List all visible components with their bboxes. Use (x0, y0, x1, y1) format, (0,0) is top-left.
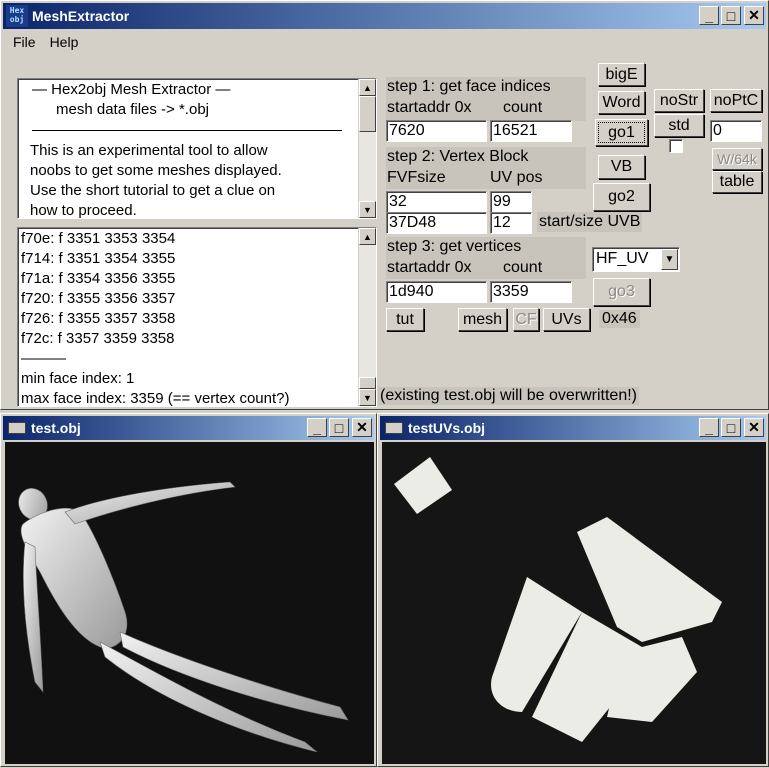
log-line: min face index: 1 (21, 370, 135, 387)
close-button[interactable]: ✕ (744, 6, 764, 25)
info-scrollbar[interactable]: ▲ ▼ (358, 79, 376, 218)
log-line: f726: f 3355 3357 3358 (21, 310, 176, 327)
uv-window-title: testUVs.obj (408, 420, 486, 436)
maximize-button[interactable]: □ (329, 418, 349, 437)
scroll-down-icon[interactable]: ▼ (359, 201, 376, 218)
menu-bar: File Help (5, 31, 86, 53)
log-line: f720: f 3355 3356 3357 (21, 290, 176, 307)
info-line: This is an experimental tool to allow (30, 142, 268, 159)
log-line: f71a: f 3354 3356 3355 (21, 270, 176, 287)
word-button[interactable]: Word (598, 91, 645, 114)
minimize-button[interactable]: _ (307, 418, 327, 437)
log-line: f714: f 3351 3354 3355 (21, 250, 176, 267)
mesh-viewport[interactable] (5, 442, 374, 764)
step1-title: step 1: get face indices (387, 78, 551, 96)
main-window: Hex obj MeshExtractor _ □ ✕ File Help — … (0, 0, 769, 410)
uvpos-input[interactable]: 99 (490, 191, 532, 213)
obj-titlebar[interactable]: test.obj _ □ ✕ (3, 416, 374, 440)
menu-help[interactable]: Help (50, 34, 79, 50)
info-textbox[interactable]: — Hex2obj Mesh Extractor — mesh data fil… (17, 78, 377, 219)
step1-startaddr-input[interactable]: 7620 (386, 120, 487, 142)
tut-button[interactable]: tut (386, 308, 424, 331)
hex-readout: 0x46 (599, 310, 640, 328)
go2-button[interactable]: go2 (593, 183, 650, 211)
uvb-start-input[interactable]: 37D48 (386, 212, 487, 234)
uv-viewport[interactable] (382, 442, 766, 764)
bigE-button[interactable]: bigE (598, 63, 645, 86)
info-line: noobs to get some meshes displayed. (30, 162, 282, 179)
close-button[interactable]: ✕ (352, 418, 372, 437)
obj-window-title: test.obj (31, 420, 81, 436)
std-checkbox[interactable] (669, 139, 683, 153)
step2-title: step 2: Vertex Block (387, 148, 529, 166)
uv-map-render (394, 457, 722, 742)
step3-startaddr-label: startaddr 0x (387, 259, 472, 277)
body-mesh-render (18, 481, 349, 753)
uv-titlebar[interactable]: testUVs.obj _ □ ✕ (380, 416, 766, 440)
info-line: Use the short tutorial to get a clue on (30, 182, 276, 199)
go1-button[interactable]: go1 (595, 119, 648, 146)
mesh-button[interactable]: mesh (458, 308, 507, 331)
scroll-up-icon[interactable]: ▲ (359, 228, 376, 245)
step3-count-input[interactable]: 3359 (490, 281, 572, 303)
scroll-thumb[interactable] (359, 377, 376, 389)
window-icon (385, 422, 403, 434)
log-line: max face index: 3359 (== vertex count?) (21, 390, 290, 407)
step1-count-input[interactable]: 16521 (490, 120, 572, 142)
maximize-button[interactable]: □ (721, 418, 741, 437)
std-button[interactable]: std (654, 114, 704, 137)
format-select-value: HF_UV (596, 250, 649, 267)
maximize-button[interactable]: □ (721, 6, 741, 25)
scroll-thumb[interactable] (359, 96, 376, 132)
cf-button[interactable]: CF (513, 308, 539, 331)
table-button[interactable]: table (712, 171, 762, 193)
scroll-up-icon[interactable]: ▲ (359, 79, 376, 96)
step3-startaddr-input[interactable]: 1d940 (386, 281, 487, 303)
close-button[interactable]: ✕ (744, 418, 764, 437)
log-textbox[interactable]: f70e: f 3351 3353 3354 f714: f 3351 3354… (17, 227, 377, 407)
fvfsize-input[interactable]: 32 (386, 191, 487, 213)
info-title: — Hex2obj Mesh Extractor — (32, 81, 231, 98)
step2-fvf-label: FVFsize (387, 169, 446, 187)
step1-startaddr-label: startaddr 0x (387, 99, 472, 117)
minimize-button[interactable]: _ (699, 6, 719, 25)
app-icon: Hex obj (6, 5, 28, 27)
info-divider (32, 130, 342, 131)
step2-uvpos-label: UV pos (490, 169, 543, 187)
info-line: how to proceed. (30, 202, 137, 219)
uvb-label: start/size UVB (537, 212, 643, 232)
w64k-button[interactable]: W/64k (712, 148, 762, 170)
go3-button[interactable]: go3 (593, 278, 650, 306)
info-subtitle: mesh data files -> *.obj (56, 101, 209, 118)
noptc-button[interactable]: noPtC (710, 89, 762, 112)
main-window-title: MeshExtractor (32, 8, 130, 24)
log-line: f72c: f 3357 3359 3358 (21, 330, 175, 347)
chevron-down-icon[interactable]: ▼ (661, 249, 678, 270)
minimize-button[interactable]: _ (699, 418, 719, 437)
main-titlebar[interactable]: Hex obj MeshExtractor _ □ ✕ (3, 3, 766, 29)
window-icon (8, 422, 26, 434)
step1-count-label: count (503, 99, 543, 117)
vb-button[interactable]: VB (598, 155, 645, 179)
uv-window: testUVs.obj _ □ ✕ (377, 413, 769, 767)
obj-window: test.obj _ □ ✕ (0, 413, 377, 767)
log-line: f70e: f 3351 3353 3354 (21, 230, 176, 247)
nostr-button[interactable]: noStr (654, 89, 704, 112)
menu-file[interactable]: File (13, 34, 36, 50)
uvs-button[interactable]: UVs (543, 308, 590, 331)
overwrite-warning: (existing test.obj will be overwritten!) (378, 387, 639, 405)
log-scrollbar[interactable]: ▲ ▼ (358, 228, 376, 406)
step3-count-label: count (503, 259, 543, 277)
step3-title: step 3: get vertices (387, 238, 522, 256)
scroll-down-icon[interactable]: ▼ (359, 389, 376, 406)
log-line: ——— (21, 350, 66, 367)
uvb-size-input[interactable]: 12 (490, 212, 532, 234)
noptc-input[interactable]: 0 (710, 120, 762, 142)
